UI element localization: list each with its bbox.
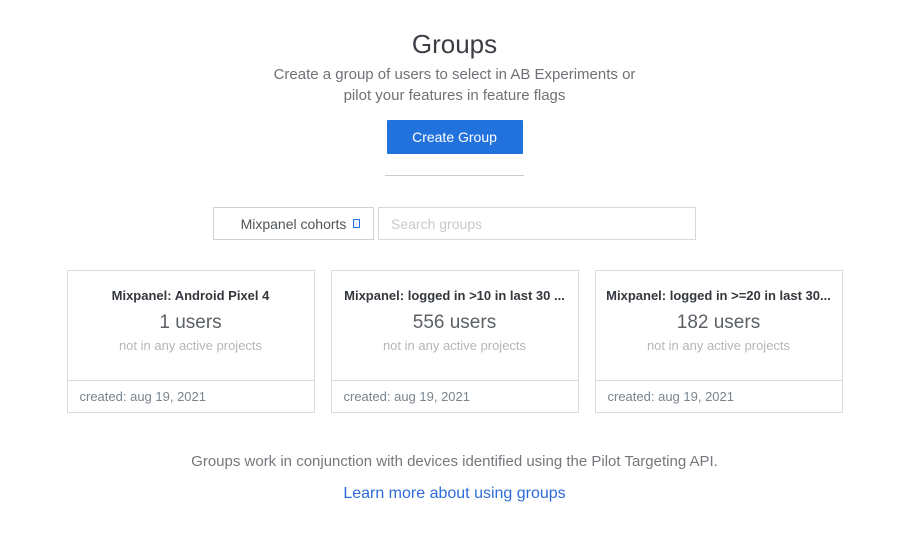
group-created-date: created: aug 19, 2021 <box>68 380 314 412</box>
group-created-date: created: aug 19, 2021 <box>332 380 578 412</box>
group-card-body: Mixpanel: Android Pixel 4 1 users not in… <box>68 271 314 380</box>
group-projects-note: not in any active projects <box>604 338 834 353</box>
header-divider <box>385 175 524 176</box>
filter-row: Mixpanel cohorts <box>0 207 909 240</box>
cohort-source-dropdown-label: Mixpanel cohorts <box>241 216 347 232</box>
page-subtitle-line2: pilot your features in feature flags <box>0 85 909 106</box>
page-header: Groups Create a group of users to select… <box>0 28 909 176</box>
group-users-count: 1 users <box>76 312 306 334</box>
group-card[interactable]: Mixpanel: logged in >10 in last 30 ... 5… <box>331 270 579 413</box>
learn-more-link[interactable]: Learn more about using groups <box>343 485 565 502</box>
create-group-button[interactable]: Create Group <box>387 120 523 154</box>
group-card[interactable]: Mixpanel: Android Pixel 4 1 users not in… <box>67 270 315 413</box>
cohort-source-dropdown[interactable]: Mixpanel cohorts <box>213 207 374 240</box>
groups-page: Groups Create a group of users to select… <box>0 0 909 558</box>
search-box <box>378 207 696 240</box>
group-card-body: Mixpanel: logged in >10 in last 30 ... 5… <box>332 271 578 380</box>
page-title: Groups <box>0 28 909 60</box>
dropdown-indicator-icon <box>353 219 360 228</box>
group-users-count: 556 users <box>340 312 570 334</box>
page-subtitle-line1: Create a group of users to select in AB … <box>0 64 909 85</box>
group-title: Mixpanel: logged in >=20 in last 30... <box>604 288 834 303</box>
group-projects-note: not in any active projects <box>340 338 570 353</box>
page-subtitle: Create a group of users to select in AB … <box>0 64 909 106</box>
group-cards-row: Mixpanel: Android Pixel 4 1 users not in… <box>0 270 909 413</box>
group-users-count: 182 users <box>604 312 834 334</box>
group-title: Mixpanel: logged in >10 in last 30 ... <box>340 288 570 303</box>
groups-info-text: Groups work in conjunction with devices … <box>0 453 909 470</box>
search-input[interactable] <box>378 207 696 240</box>
group-projects-note: not in any active projects <box>76 338 306 353</box>
group-card-body: Mixpanel: logged in >=20 in last 30... 1… <box>596 271 842 380</box>
group-created-date: created: aug 19, 2021 <box>596 380 842 412</box>
group-card[interactable]: Mixpanel: logged in >=20 in last 30... 1… <box>595 270 843 413</box>
group-title: Mixpanel: Android Pixel 4 <box>76 288 306 303</box>
